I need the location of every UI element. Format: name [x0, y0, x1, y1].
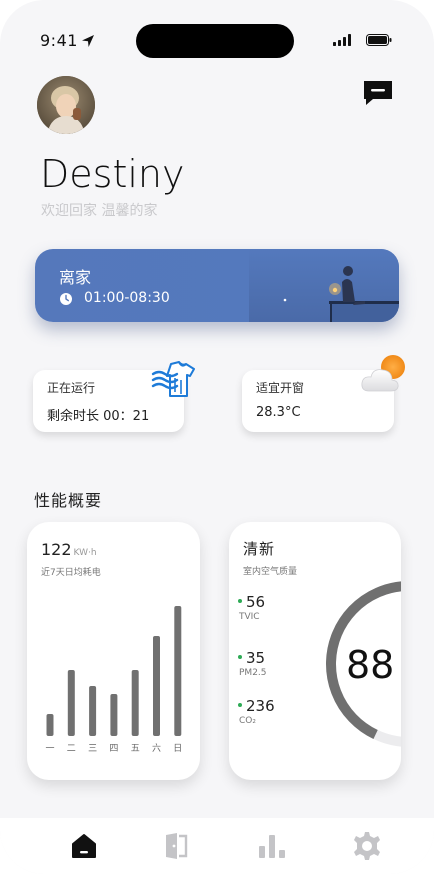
sun-cloud-icon: [361, 355, 405, 392]
metric-name: PM2.5: [239, 668, 267, 678]
bar-6: [153, 636, 160, 736]
location-arrow-icon: [82, 35, 94, 47]
metric-tvic: 56 TVIC: [238, 592, 265, 622]
user-name: Destiny: [40, 152, 185, 196]
home-icon[interactable]: [68, 830, 100, 862]
energy-bar-chart: 一二三四五六日: [45, 606, 182, 754]
welcome-subtitle: 欢迎回家 温馨的家: [41, 203, 158, 219]
metric-value: 35: [246, 649, 266, 667]
bar-4: [110, 694, 118, 736]
energy-value: 122: [41, 540, 72, 559]
metric-name: CO₂: [239, 716, 256, 726]
bar-1: [46, 714, 54, 736]
away-mode-card[interactable]: 离家 01:00-08:30: [35, 249, 399, 322]
energy-description: 近7天日均耗电: [41, 568, 101, 578]
status-bar: 9:41: [0, 0, 434, 80]
mode-time-range: 01:00-08:30: [84, 290, 170, 306]
x-tick-label: 六: [152, 742, 161, 754]
section-title: 性能概要: [34, 491, 103, 510]
x-tick-label: 三: [88, 744, 97, 754]
stats-icon[interactable]: [256, 830, 288, 862]
metric-dot: [238, 598, 242, 603]
x-tick-label: 四: [109, 744, 118, 754]
settings-icon[interactable]: [351, 830, 383, 862]
mode-title: 离家: [59, 268, 92, 287]
metric-co2: 236 CO₂: [238, 696, 275, 726]
energy-unit: KW·h: [73, 548, 97, 558]
air-score: 88: [346, 643, 395, 687]
air-description: 室内空气质量: [243, 567, 298, 577]
bar-5: [131, 670, 139, 736]
status-time: 9:41: [40, 31, 78, 50]
night-scene-illustration: [249, 249, 399, 322]
air-status: 清新: [243, 540, 276, 558]
message-icon[interactable]: [361, 78, 395, 108]
metric-value: 236: [246, 697, 275, 715]
metric-dot: [238, 702, 242, 707]
laundry-shirt-icon: [151, 361, 195, 397]
bar-7: [174, 606, 182, 736]
x-tick-label: 五: [131, 744, 140, 754]
avatar-photo: [37, 76, 95, 134]
metric-name: TVIC: [239, 612, 260, 622]
running-label: 正在运行: [47, 381, 96, 395]
energy-card[interactable]: 122 KW·h 近7天日均耗电 一 二 三 四 五 六 日: [27, 522, 200, 780]
battery-icon: [366, 34, 392, 46]
metric-pm25: 35 PM2.5: [238, 648, 267, 678]
bar-2: [67, 670, 75, 736]
dynamic-island: [136, 24, 294, 58]
bottom-tab-bar: [0, 818, 434, 874]
x-tick-label: 一: [45, 744, 54, 754]
user-avatar[interactable]: [37, 76, 95, 134]
outdoor-temperature: 28.3°C: [256, 405, 301, 420]
bar-3: [89, 686, 97, 736]
window-label: 适宜开窗: [256, 381, 305, 395]
cellular-signal-icon: [333, 34, 351, 46]
air-quality-card[interactable]: 清新 室内空气质量 56 TVIC 35 PM2.5 236 CO₂ 88: [229, 522, 401, 780]
door-icon[interactable]: [160, 830, 192, 862]
metric-dot: [238, 654, 242, 659]
energy-value-row: 122 KW·h: [41, 540, 97, 559]
x-tick-label: 二: [67, 744, 76, 754]
metric-value: 56: [246, 593, 266, 611]
remaining-time: 剩余时长 00：21: [47, 409, 150, 424]
clock-icon: [60, 293, 72, 305]
x-tick-label: 日: [173, 743, 182, 754]
phone-screen: 9:41 Destiny 欢迎回家 温馨的家 离家 01:00-08:30 正在…: [0, 0, 434, 874]
